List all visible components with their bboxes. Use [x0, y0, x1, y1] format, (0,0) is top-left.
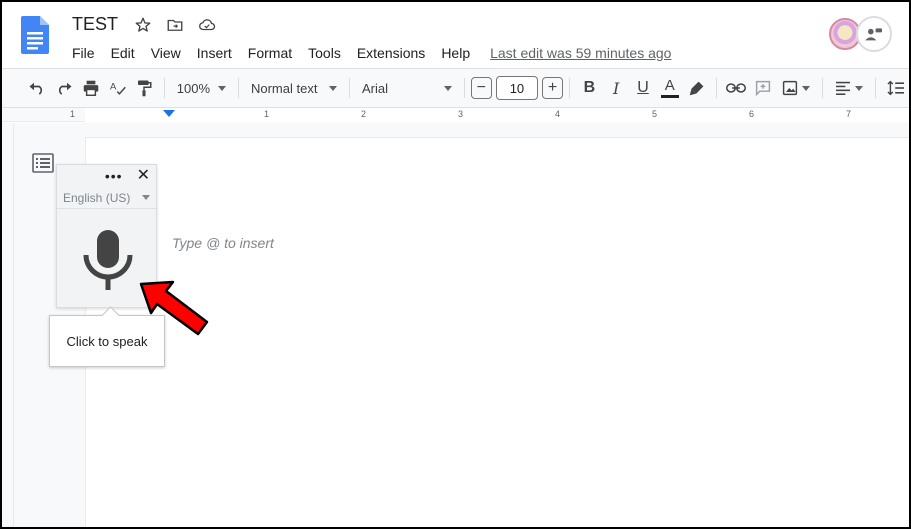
- toolbar-separator: [349, 78, 350, 98]
- comment-icon[interactable]: [750, 74, 777, 102]
- align-icon: [836, 81, 851, 95]
- last-edit-link[interactable]: Last edit was 59 minutes ago: [490, 45, 671, 61]
- toolbar-separator: [463, 78, 465, 98]
- menu-edit[interactable]: Edit: [103, 42, 143, 64]
- undo-icon[interactable]: [24, 74, 51, 102]
- spellcheck-icon[interactable]: A: [104, 74, 131, 102]
- bold-button[interactable]: B: [576, 74, 603, 102]
- app-frame: TEST File Edit View Insert Format Tools …: [0, 0, 911, 529]
- toolbar-separator: [569, 78, 571, 98]
- zoom-select[interactable]: 100%: [171, 74, 232, 102]
- menu-file[interactable]: File: [64, 42, 103, 64]
- font-value: Arial: [361, 80, 388, 96]
- zoom-value: 100%: [176, 80, 211, 96]
- underline-button[interactable]: U: [630, 74, 657, 102]
- print-icon[interactable]: [78, 74, 105, 102]
- chevron-down-icon: [443, 85, 452, 91]
- ruler-number: 1: [264, 109, 270, 119]
- ruler-number: 1: [70, 109, 76, 119]
- style-select[interactable]: Normal text: [245, 74, 343, 102]
- language-value: English (US): [63, 190, 131, 205]
- toolbar-separator: [715, 78, 717, 98]
- document-outline-icon[interactable]: [32, 153, 54, 173]
- decrease-font-size-button[interactable]: −: [470, 77, 492, 99]
- star-icon[interactable]: [132, 14, 154, 36]
- docs-logo[interactable]: [21, 16, 49, 54]
- close-icon[interactable]: ✕: [137, 168, 150, 184]
- link-icon[interactable]: [723, 74, 750, 102]
- style-value: Normal text: [250, 80, 318, 96]
- italic-button[interactable]: I: [603, 74, 630, 102]
- horizontal-ruler: 1 1 2 3 4 5 6 7: [2, 108, 909, 122]
- toolbar: A 100% Normal text Arial − 10 + B I U A: [2, 68, 909, 108]
- svg-text:A: A: [110, 81, 117, 92]
- font-select[interactable]: Arial: [356, 74, 458, 102]
- highlight-icon[interactable]: [683, 74, 710, 102]
- menu-format[interactable]: Format: [240, 42, 300, 64]
- menu-view[interactable]: View: [143, 42, 189, 64]
- font-size-input[interactable]: 10: [495, 76, 538, 100]
- document-title[interactable]: TEST: [72, 14, 118, 35]
- language-select[interactable]: English (US): [57, 187, 156, 209]
- toolbar-separator: [875, 78, 877, 98]
- menu-tools[interactable]: Tools: [300, 42, 349, 64]
- line-spacing-icon[interactable]: [882, 74, 909, 102]
- ruler-number: 3: [458, 109, 464, 119]
- chevron-down-icon: [329, 85, 337, 91]
- ruler-number: 6: [749, 109, 755, 119]
- redo-icon[interactable]: [51, 74, 78, 102]
- chevron-down-icon: [142, 195, 151, 200]
- text-color-bar: [660, 94, 679, 98]
- menu-extensions[interactable]: Extensions: [349, 42, 433, 64]
- vertical-ruler: [2, 123, 14, 527]
- menu-help[interactable]: Help: [433, 42, 478, 64]
- ruler-number: 2: [361, 109, 367, 119]
- ruler-number: 5: [652, 109, 658, 119]
- ruler-number: 7: [846, 109, 852, 119]
- toolbar-separator: [238, 78, 239, 98]
- more-options-icon[interactable]: •••: [105, 169, 123, 183]
- share-avatar[interactable]: [856, 16, 892, 52]
- increase-font-size-button[interactable]: +: [542, 77, 564, 99]
- menu-bar: File Edit View Insert Format Tools Exten…: [64, 42, 671, 64]
- ruler-track: [85, 108, 909, 122]
- ruler-number: 4: [555, 109, 561, 119]
- chevron-down-icon: [802, 85, 811, 91]
- document-placeholder[interactable]: Type @ to insert: [172, 235, 274, 251]
- indent-marker[interactable]: [163, 110, 175, 117]
- annotation-arrow: [139, 280, 209, 336]
- insert-image-select[interactable]: [776, 74, 816, 102]
- toolbar-separator: [822, 78, 824, 98]
- chevron-down-icon: [855, 85, 864, 91]
- chevron-down-icon: [218, 85, 227, 91]
- header: TEST File Edit View Insert Format Tools …: [2, 2, 909, 68]
- text-color-glyph: A: [664, 76, 675, 94]
- microphone-icon[interactable]: [83, 229, 133, 291]
- cloud-saved-icon[interactable]: [196, 14, 218, 36]
- image-icon: [783, 80, 798, 96]
- align-select[interactable]: [829, 74, 869, 102]
- menu-insert[interactable]: Insert: [189, 42, 240, 64]
- title-icons: [132, 14, 218, 36]
- move-folder-icon[interactable]: [164, 14, 186, 36]
- voice-panel-header: ••• ✕: [57, 165, 156, 187]
- paint-format-icon[interactable]: [131, 74, 158, 102]
- toolbar-separator: [163, 78, 165, 98]
- text-color-button[interactable]: A: [656, 74, 683, 102]
